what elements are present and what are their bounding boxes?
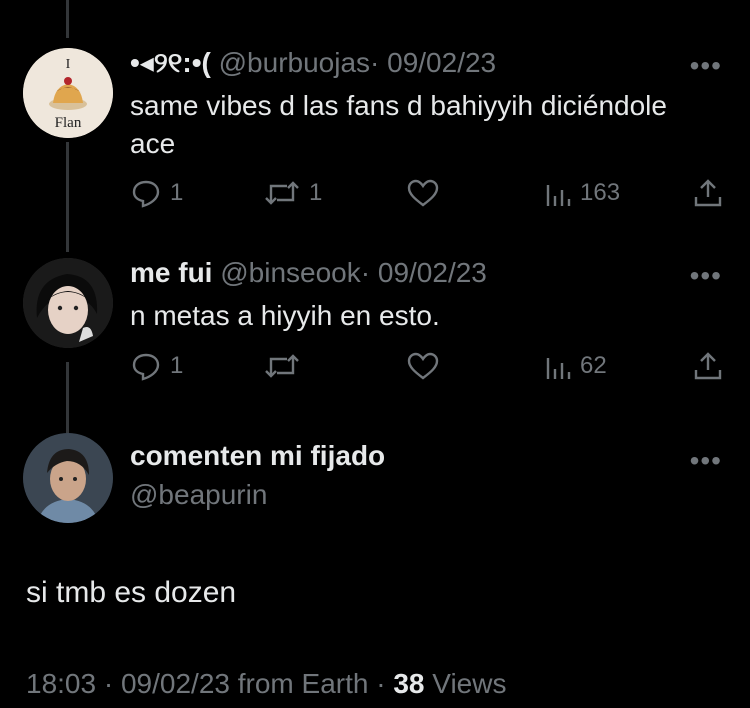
avatar-beapurin[interactable] [23,433,113,523]
reply-count: 1 [170,179,184,206]
share-button[interactable] [692,173,724,213]
binseook-avatar-image [23,258,113,348]
reply-button[interactable]: 1 [130,346,183,386]
tweet-text: same vibes d las fans d bahiyyih diciénd… [130,90,667,159]
display-name[interactable]: me fui [130,257,212,288]
like-button[interactable] [406,346,448,386]
like-icon [407,179,439,207]
svg-text:I: I [66,57,71,72]
more-icon[interactable]: ••• [690,260,722,292]
views-count: 62 [580,352,607,379]
tweet-actions: 1 1 163 [130,173,725,213]
tweet-source: from Earth [237,668,369,699]
tweet-date[interactable]: · 09/02/23 [361,257,487,288]
thread-line-1 [66,142,69,252]
handle[interactable]: @burbuojas [219,47,370,78]
views-count: 163 [580,179,621,206]
views-button[interactable]: 62 [544,346,607,386]
more-icon[interactable]: ••• [690,445,722,477]
share-icon [694,352,722,380]
tweet-meta: 18:03 · 09/02/23 from Earth · 38 Views [26,668,507,699]
views-icon [546,358,571,379]
focus-handle[interactable]: @beapurin [130,479,267,511]
repost-icon [265,181,299,205]
thread-line-top [66,0,69,38]
reply-count: 1 [170,352,184,379]
reply-icon [132,180,160,208]
tweet-date[interactable]: 09/02/23 [121,668,230,699]
repost-button[interactable] [263,346,309,386]
views-icon [546,185,571,206]
tweet-time[interactable]: 18:03 [26,668,96,699]
views-count[interactable]: 38 [393,668,424,699]
focus-display-name[interactable]: comenten mi fijado [130,440,385,472]
more-icon[interactable]: ••• [690,50,722,82]
focus-tweet-text: si tmb es dozen [26,576,237,609]
like-icon [407,352,439,380]
share-icon [694,179,722,207]
reply-button[interactable]: 1 [130,173,183,213]
reply-icon [132,353,160,381]
tweet-text: n metas a hiyyih en esto. [130,300,440,331]
share-button[interactable] [692,346,724,386]
avatar-binseook[interactable] [23,258,113,348]
tweet-actions: 1 62 [130,346,725,386]
handle[interactable]: @binseook [220,257,361,288]
views-button[interactable]: 163 [544,173,620,213]
views-label[interactable]: Views [432,668,506,699]
thread-line-2 [66,362,69,434]
tweet-date[interactable]: · 09/02/23 [370,47,496,78]
display-name[interactable]: •◂︎୨୧:•( [130,47,211,78]
like-button[interactable] [406,173,448,213]
repost-count: 1 [309,179,323,206]
repost-icon [265,354,299,378]
flan-avatar-image: I Flan [23,48,113,138]
svg-text:Flan: Flan [55,115,82,131]
avatar-burbuojas[interactable]: I Flan [23,48,113,138]
repost-button[interactable]: 1 [263,173,322,213]
beapurin-avatar-image [23,433,113,523]
